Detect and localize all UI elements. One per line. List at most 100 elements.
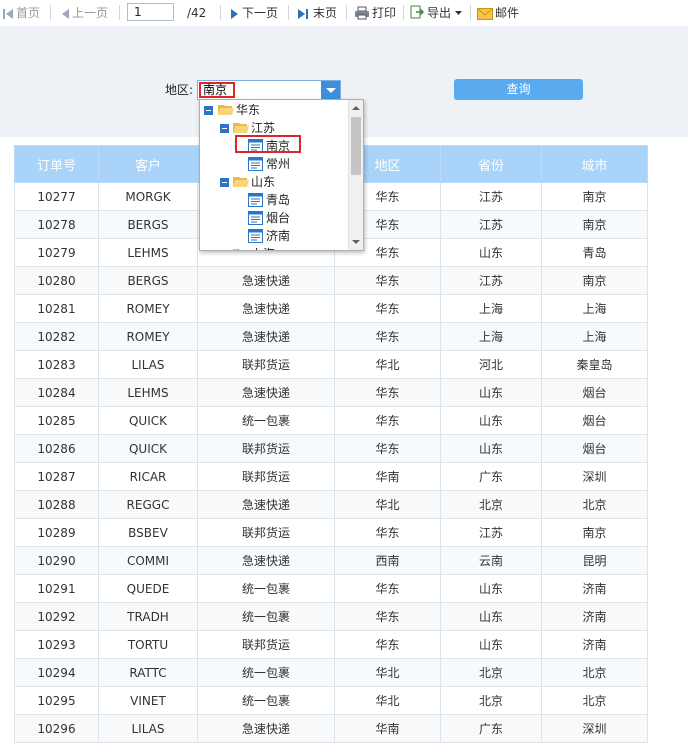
- table-row[interactable]: 10294 RATTC 统一包裹 华北 北京 北京: [14, 658, 648, 687]
- table-row[interactable]: 10295 VINET 统一包裹 华北 北京 北京: [14, 686, 648, 715]
- collapse-icon[interactable]: [204, 106, 213, 115]
- cell-region: 华东: [334, 266, 441, 295]
- table-row[interactable]: 10281 ROMEY 急速快递 华东 上海 上海: [14, 294, 648, 323]
- cell-customer: QUICK: [98, 406, 198, 435]
- region-combobox[interactable]: 南京: [197, 80, 341, 100]
- cell-city: 南京: [541, 182, 648, 211]
- table-row[interactable]: 10283 LILAS 联邦货运 华北 河北 秦皇岛: [14, 350, 648, 379]
- folder-open-icon: [218, 105, 234, 115]
- table-row[interactable]: 10292 TRADH 统一包裹 华东 山东 济南: [14, 602, 648, 631]
- cell-province: 山东: [440, 602, 542, 631]
- cell-order-id: 10293: [14, 630, 99, 659]
- column-header-city[interactable]: 城市: [541, 145, 648, 183]
- table-row[interactable]: 10290 COMMI 急速快递 西南 云南 昆明: [14, 546, 648, 575]
- tree-node-qingdao[interactable]: 青岛: [248, 191, 338, 209]
- cell-order-id: 10281: [14, 294, 99, 323]
- tree-node-changzhou[interactable]: 常州: [248, 155, 338, 173]
- cell-region: 华北: [334, 658, 441, 687]
- toolbar-divider: [220, 5, 221, 20]
- page-number-input[interactable]: [127, 3, 174, 21]
- cell-shipper: 统一包裹: [197, 658, 335, 687]
- cell-city: 秦皇岛: [541, 350, 648, 379]
- tree-node-label: 山东: [251, 175, 276, 189]
- scroll-down-icon[interactable]: [352, 240, 360, 244]
- cell-order-id: 10280: [14, 266, 99, 295]
- prev-page-label: 上一页: [72, 6, 109, 20]
- cell-city: 北京: [541, 658, 648, 687]
- table-row[interactable]: 10296 LILAS 急速快递 华南 广东 深圳: [14, 714, 648, 743]
- table-row[interactable]: 10280 BERGS 急速快递 华东 江苏 南京: [14, 266, 648, 295]
- export-dropdown[interactable]: 导出: [410, 4, 465, 22]
- cell-customer: RATTC: [98, 658, 198, 687]
- cell-province: 山东: [440, 574, 542, 603]
- tree-node-label: 济南: [266, 229, 291, 243]
- table-row[interactable]: 10282 ROMEY 急速快递 华东 上海 上海: [14, 322, 648, 351]
- cell-shipper: 急速快递: [197, 546, 335, 575]
- cell-city: 烟台: [541, 378, 648, 407]
- report-toolbar: 首页 上一页 /42 下一页 末页 打印 导出 邮件: [0, 0, 688, 26]
- last-page-icon: [298, 9, 308, 19]
- toolbar-divider: [403, 5, 404, 20]
- tree-node-jinan[interactable]: 济南: [248, 227, 338, 245]
- cell-order-id: 10294: [14, 658, 99, 687]
- cell-province: 北京: [440, 658, 542, 687]
- cell-customer: COMMI: [98, 546, 198, 575]
- scroll-thumb[interactable]: [351, 117, 361, 175]
- next-page-button[interactable]: 下一页: [230, 4, 278, 22]
- table-row[interactable]: 10288 REGGC 急速快递 华北 北京 北京: [14, 490, 648, 519]
- cell-province: 山东: [440, 434, 542, 463]
- column-header-province[interactable]: 省份: [440, 145, 542, 183]
- table-row[interactable]: 10285 QUICK 统一包裹 华东 山东 烟台: [14, 406, 648, 435]
- mail-button[interactable]: 邮件: [477, 4, 519, 22]
- cell-shipper: 联邦货运: [197, 350, 335, 379]
- table-row[interactable]: 10284 LEHMS 急速快递 华东 山东 烟台: [14, 378, 648, 407]
- tree-node-shandong[interactable]: 山东: [220, 173, 340, 191]
- cell-province: 广东: [440, 714, 542, 743]
- tree-node-shanghai[interactable]: 上海: [220, 245, 340, 251]
- cell-province: 江苏: [440, 518, 542, 547]
- cell-shipper: 联邦货运: [197, 434, 335, 463]
- caret-down-icon: [455, 11, 463, 15]
- collapse-icon[interactable]: [220, 250, 229, 251]
- cell-shipper: 急速快递: [197, 714, 335, 743]
- query-button[interactable]: 查询: [454, 79, 583, 100]
- print-button[interactable]: 打印: [354, 4, 396, 22]
- selected-node-highlight: [235, 135, 301, 153]
- tree-node-huadong[interactable]: 华东: [204, 101, 344, 119]
- table-row[interactable]: 10287 RICAR 联邦货运 华南 广东 深圳: [14, 462, 648, 491]
- column-header-customer[interactable]: 客户: [98, 145, 198, 183]
- cell-region: 华东: [334, 322, 441, 351]
- collapse-icon[interactable]: [220, 178, 229, 187]
- column-header-order-id[interactable]: 订单号: [14, 145, 99, 183]
- cell-city: 上海: [541, 322, 648, 351]
- tree-node-yantai[interactable]: 烟台: [248, 209, 338, 227]
- region-tree-dropdown[interactable]: 华东 江苏 南京 常州 山东 青岛 烟台 济南 上海: [199, 99, 364, 251]
- prev-page-icon: [62, 9, 69, 19]
- cell-region: 华东: [334, 630, 441, 659]
- printer-icon: [355, 6, 369, 20]
- prev-page-button[interactable]: 上一页: [60, 4, 108, 22]
- table-row[interactable]: 10291 QUEDE 统一包裹 华东 山东 济南: [14, 574, 648, 603]
- export-label: 导出: [427, 6, 452, 20]
- cell-customer: BERGS: [98, 210, 198, 239]
- cell-order-id: 10283: [14, 350, 99, 379]
- table-row[interactable]: 10293 TORTU 联邦货运 华东 山东 济南: [14, 630, 648, 659]
- last-page-button[interactable]: 末页: [297, 4, 337, 22]
- cell-customer: MORGK: [98, 182, 198, 211]
- table-row[interactable]: 10286 QUICK 联邦货运 华东 山东 烟台: [14, 434, 648, 463]
- folder-open-icon: [233, 123, 249, 133]
- cell-city: 北京: [541, 490, 648, 519]
- dropdown-arrow-icon[interactable]: [321, 81, 340, 99]
- cell-shipper: 联邦货运: [197, 630, 335, 659]
- toolbar-divider: [50, 5, 51, 20]
- toolbar-divider: [119, 5, 120, 20]
- cell-customer: LILAS: [98, 714, 198, 743]
- collapse-icon[interactable]: [220, 124, 229, 133]
- tree-scrollbar[interactable]: [348, 100, 363, 250]
- scroll-up-icon[interactable]: [352, 106, 360, 110]
- cell-order-id: 10295: [14, 686, 99, 715]
- cell-order-id: 10288: [14, 490, 99, 519]
- cell-customer: BSBEV: [98, 518, 198, 547]
- first-page-button[interactable]: 首页: [2, 4, 40, 22]
- table-row[interactable]: 10289 BSBEV 联邦货运 华东 江苏 南京: [14, 518, 648, 547]
